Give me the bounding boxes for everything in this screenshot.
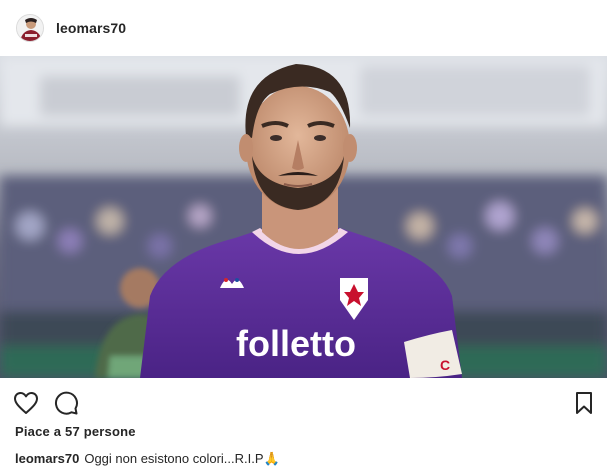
armband-text: C — [440, 357, 450, 373]
post-photo[interactable]: C folletto — [0, 56, 607, 378]
heart-icon — [14, 392, 38, 414]
likes-count[interactable]: Piace a 57 persone — [15, 424, 136, 439]
action-bar — [0, 378, 607, 426]
comment-button[interactable] — [53, 390, 79, 416]
post-header: leomars70 — [0, 0, 607, 56]
caption-username[interactable]: leomars70 — [15, 451, 79, 466]
bookmark-icon — [576, 392, 592, 414]
save-button[interactable] — [571, 390, 597, 416]
post-caption: leomars70 Oggi non esistono colori...R.I.… — [15, 451, 280, 467]
jersey-sponsor-text: folletto — [236, 323, 356, 364]
caption-text: Oggi non esistono colori...R.I.P — [84, 451, 264, 466]
comment-icon — [55, 391, 78, 415]
avatar[interactable] — [16, 14, 44, 42]
player-photo: C folletto — [0, 56, 607, 378]
like-button[interactable] — [13, 390, 39, 416]
caption-emoji: 🙏 — [263, 451, 280, 466]
post-username[interactable]: leomars70 — [56, 20, 126, 36]
